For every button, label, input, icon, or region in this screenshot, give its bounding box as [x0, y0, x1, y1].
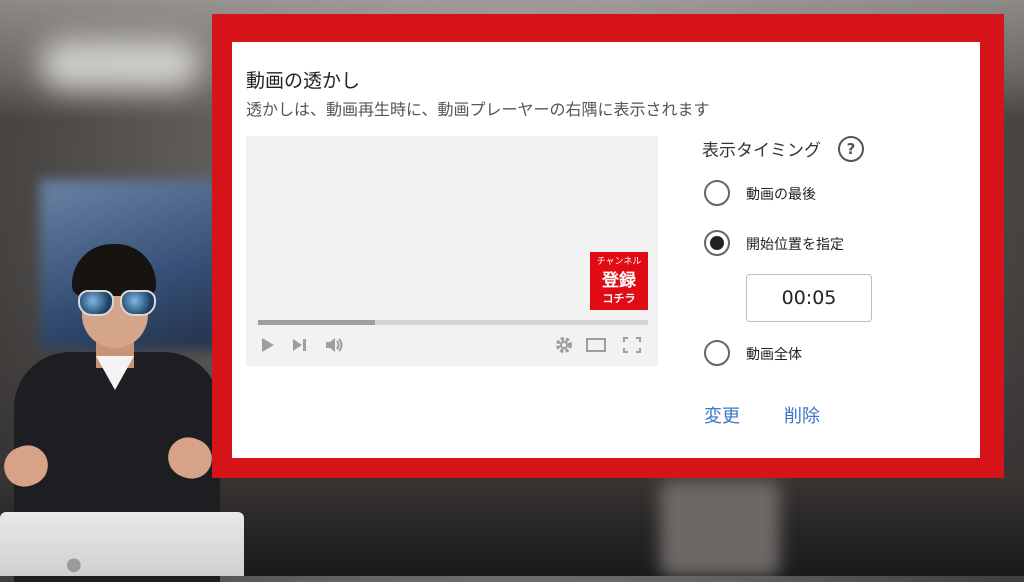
background-chair — [660, 480, 780, 576]
presenter-hair — [72, 244, 156, 296]
next-icon[interactable] — [290, 336, 310, 354]
gear-icon[interactable] — [554, 336, 574, 354]
radio-entire-video[interactable] — [704, 340, 730, 366]
help-icon[interactable]: ? — [838, 136, 864, 162]
volume-icon[interactable] — [324, 336, 344, 354]
radio-label-end-of-video: 動画の最後 — [746, 187, 816, 203]
change-link[interactable]: 変更 — [704, 402, 740, 428]
sunglasses-lens-left — [78, 290, 114, 316]
background-light — [40, 40, 200, 90]
delete-link[interactable]: 削除 — [784, 402, 820, 428]
fullscreen-icon[interactable] — [622, 336, 642, 354]
radio-custom-start[interactable] — [704, 230, 730, 256]
sunglasses-lens-right — [120, 290, 156, 316]
progress-bar[interactable] — [258, 320, 648, 325]
radio-label-entire-video: 動画全体 — [746, 347, 802, 363]
radio-label-custom-start: 開始位置を指定 — [746, 237, 844, 253]
watermark-badge: チャンネル 登録 コチラ — [590, 252, 648, 310]
video-preview: チャンネル 登録 コチラ — [246, 136, 658, 366]
watermark-settings-panel: 動画の透かし 透かしは、動画再生時に、動画プレーヤーの右隅に表示されます チャン… — [232, 42, 980, 458]
watermark-badge-line3: コチラ — [602, 292, 636, 305]
sunglasses — [78, 290, 156, 316]
play-icon[interactable] — [258, 336, 278, 354]
watermark-badge-line2: 登録 — [602, 271, 636, 291]
progress-bar-fill — [258, 320, 375, 325]
display-timing-label: 表示タイミング — [702, 141, 821, 161]
start-time-input[interactable]: 00:05 — [746, 274, 872, 322]
radio-end-of-video[interactable] — [704, 180, 730, 206]
laptop: ● — [0, 512, 244, 576]
panel-title: 動画の透かし — [246, 70, 361, 92]
apple-logo-icon: ● — [66, 554, 82, 575]
theater-icon[interactable] — [586, 336, 606, 354]
panel-subtitle: 透かしは、動画再生時に、動画プレーヤーの右隅に表示されます — [246, 100, 710, 119]
